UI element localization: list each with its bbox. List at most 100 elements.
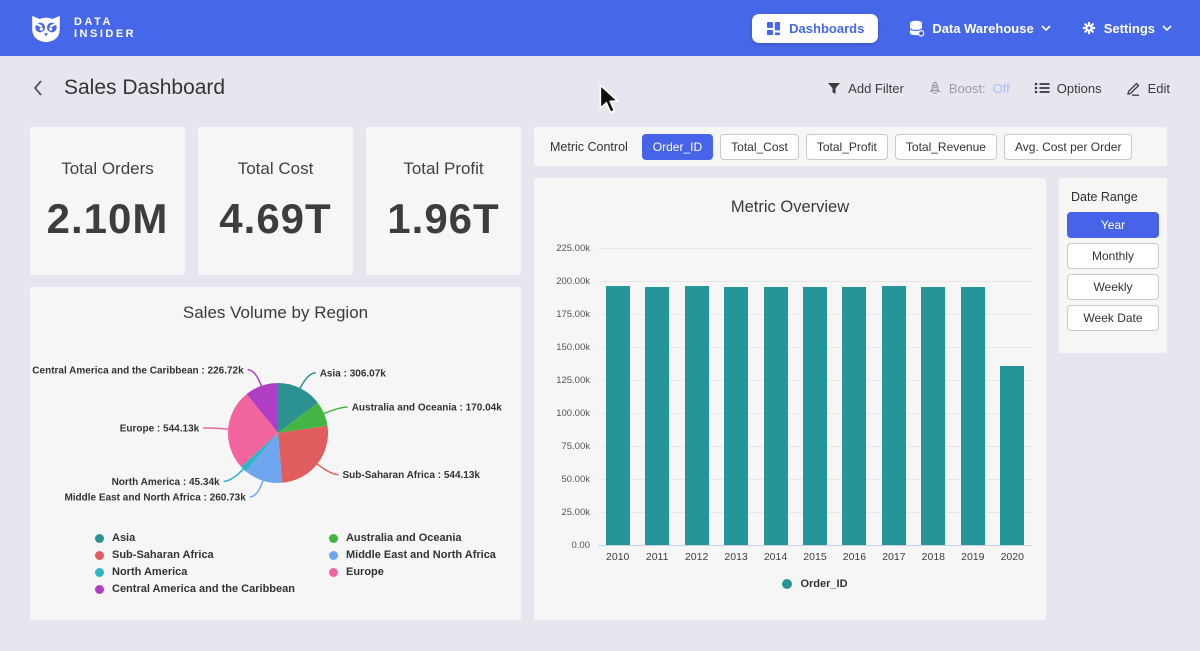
bar-2014[interactable] [764, 287, 788, 545]
bar-2012[interactable] [685, 286, 709, 545]
pie-chart-legend: AsiaSub-Saharan AfricaNorth AmericaCentr… [95, 532, 496, 595]
pie-svg: Asia : 306.07k Australia and Oceania : 17… [30, 327, 521, 527]
legend-item-sub-saharan-africa: Sub-Saharan Africa [95, 549, 295, 561]
bar-plot: 225.00k200.00k175.00k150.00k125.00k100.0… [598, 248, 1032, 545]
boost-toggle[interactable]: Boost: Off [928, 81, 1010, 96]
metric-buttons: Order_ID Total_Cost Total_Profit Total_Reve… [642, 134, 1133, 160]
y-tick-label: 75.00k [538, 441, 590, 452]
legend-column: AsiaSub-Saharan AfricaNorth AmericaCentr… [95, 532, 295, 595]
legend-item-asia: Asia [95, 532, 295, 544]
pie-leader-line [299, 373, 316, 390]
boost-label: Boost: [949, 81, 986, 96]
y-tick-label: 125.00k [538, 375, 590, 386]
settings-menu[interactable]: Settings [1081, 20, 1172, 36]
y-tick-label: 100.00k [538, 408, 590, 419]
metric-option-order-id[interactable]: Order_ID [642, 134, 713, 160]
pie-label-sub-saharan-africa: Sub-Saharan Africa : 544.13k [343, 470, 481, 481]
bar-2015[interactable] [803, 287, 827, 545]
legend-dot [329, 551, 338, 560]
legend-dot [95, 585, 104, 594]
date-range-option-monthly[interactable]: Monthly [1067, 243, 1159, 269]
legend-item-europe: Europe [329, 566, 496, 578]
y-tick-label: 0.00 [538, 540, 590, 551]
rocket-icon [928, 81, 942, 96]
date-range-option-weekly[interactable]: Weekly [1067, 274, 1159, 300]
navbar-menu: Dashboards Data Warehouse [752, 14, 1172, 43]
logo-owl-icon [28, 12, 64, 44]
legend-dot [95, 568, 104, 577]
bar-2020[interactable] [1000, 366, 1024, 545]
legend-item-australia-and-oceania: Australia and Oceania [329, 532, 496, 544]
brand[interactable]: DATA INSIDER [28, 12, 136, 44]
dashboard-grid-icon [766, 21, 781, 36]
metric-option-total-cost[interactable]: Total_Cost [720, 134, 799, 160]
metric-option-avg-cost-per-order[interactable]: Avg. Cost per Order [1004, 134, 1133, 160]
data-warehouse-menu[interactable]: Data Warehouse [908, 20, 1050, 37]
kpi-value: 2.10M [47, 195, 169, 243]
options-button[interactable]: Options [1034, 81, 1102, 96]
metric-option-total-profit[interactable]: Total_Profit [806, 134, 888, 160]
brand-line2: INSIDER [74, 28, 136, 40]
pie-label-australia-and-oceania: Australia and Oceania : 170.04k [352, 403, 503, 414]
bar-chart-card: Metric Overview 225.00k200.00k175.00k150… [534, 178, 1046, 620]
gear-icon [1081, 20, 1097, 36]
pie-leader-line [322, 407, 348, 414]
legend-label: Order_ID [800, 578, 847, 590]
x-tick-label: 2016 [835, 551, 874, 563]
bar-2018[interactable] [921, 287, 945, 545]
bar-2011[interactable] [645, 287, 669, 545]
chevron-down-icon [1162, 25, 1172, 31]
back-button[interactable] [30, 77, 46, 99]
pie-label-asia: Asia : 306.07k [320, 368, 387, 379]
database-icon [908, 20, 925, 37]
x-tick-label: 2012 [677, 551, 716, 563]
y-tick-label: 25.00k [538, 507, 590, 518]
y-tick-label: 225.00k [538, 243, 590, 254]
settings-label: Settings [1104, 21, 1155, 36]
legend-item-middle-east-and-north-africa: Middle East and North Africa [329, 549, 496, 561]
date-range-buttons: Year Monthly Weekly Week Date [1067, 212, 1159, 331]
pie-label-europe: Europe : 544.13k [120, 423, 200, 434]
bar-2010[interactable] [606, 286, 630, 545]
metric-option-total-revenue[interactable]: Total_Revenue [895, 134, 997, 160]
bar-2017[interactable] [882, 286, 906, 545]
x-tick-label: 2015 [795, 551, 834, 563]
dashboards-button[interactable]: Dashboards [752, 14, 878, 43]
bar-2016[interactable] [842, 287, 866, 545]
metric-control-label: Metric Control [550, 140, 628, 154]
pie-label-central-america-and-the-caribbean: Central America and the Caribbean : 226.… [32, 365, 244, 376]
legend-label: Asia [112, 532, 135, 544]
header-actions: Add Filter Boost: Off Options [827, 81, 1170, 96]
data-warehouse-label: Data Warehouse [932, 21, 1033, 36]
date-range-option-year[interactable]: Year [1067, 212, 1159, 238]
kpi-label: Total Profit [403, 159, 483, 179]
x-tick-label: 2014 [756, 551, 795, 563]
pie-chart-card: Sales Volume by Region Asia : 306.07kAus… [30, 287, 521, 620]
navbar: DATA INSIDER Dashboards [0, 0, 1200, 56]
pie-label-north-america: North America : 45.34k [112, 477, 220, 488]
options-list-icon [1034, 81, 1050, 95]
page-header: Sales Dashboard Add Filter Boost: Off [0, 56, 1200, 120]
add-filter-label: Add Filter [848, 81, 904, 96]
dashboards-label: Dashboards [789, 21, 864, 36]
kpi-label: Total Orders [61, 159, 154, 179]
kpi-card-total-cost: Total Cost 4.69T [198, 127, 353, 275]
y-tick-label: 150.00k [538, 342, 590, 353]
pie-leader-line [203, 428, 230, 429]
pie-label-middle-east-and-north-africa: Middle East and North Africa : 260.73k [64, 492, 246, 503]
legend-dot [95, 534, 104, 543]
date-range-option-week-date[interactable]: Week Date [1067, 305, 1159, 331]
brand-text: DATA INSIDER [74, 16, 136, 40]
pencil-icon [1126, 81, 1141, 96]
pie-leader-line [248, 370, 262, 388]
pie-slice-sub-saharan-africa[interactable] [278, 426, 328, 483]
bar-2019[interactable] [961, 287, 985, 546]
edit-label: Edit [1148, 81, 1170, 96]
legend-label: Australia and Oceania [346, 532, 462, 544]
edit-button[interactable]: Edit [1126, 81, 1170, 96]
add-filter-button[interactable]: Add Filter [827, 81, 904, 96]
legend-dot [782, 579, 792, 589]
legend-dot [329, 568, 338, 577]
bar-2013[interactable] [724, 287, 748, 545]
x-tick-label: 2019 [953, 551, 992, 563]
